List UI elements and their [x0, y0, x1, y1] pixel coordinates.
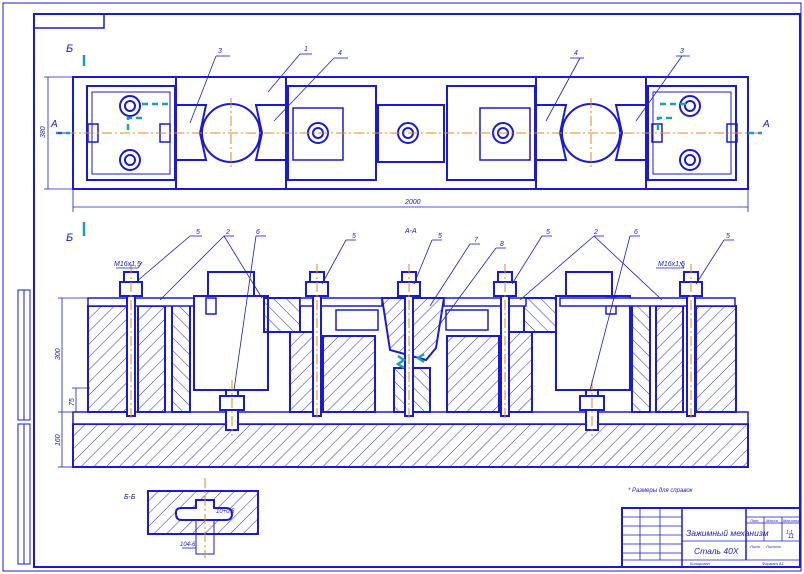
detail-b-b-label: Б-Б [124, 494, 136, 501]
title-block-mass-label: Масса [766, 518, 779, 523]
title-block-name: Зажимный механизм [686, 528, 769, 538]
title-block-format: Формат А1 [762, 561, 784, 566]
section-leader-5e: 5 [726, 233, 730, 240]
section-leader-6b: 6 [634, 229, 638, 236]
detail-view [147, 478, 259, 558]
plan-leader-3: 4 [338, 50, 342, 57]
plan-dimensions [44, 76, 749, 212]
section-markers [58, 55, 86, 236]
plan-leader-4: 4 [574, 50, 578, 57]
dimension-note: * Размеры для справок [628, 488, 694, 494]
section-leader-2a: 2 [225, 229, 230, 236]
thread-callouts [116, 261, 685, 269]
plan-leader-2: 1 [304, 46, 308, 53]
section-leader-2b: 2 [593, 229, 598, 236]
section-leader-5c: 5 [438, 233, 442, 240]
section-leader-5a: 5 [196, 229, 200, 236]
section-b-lower-label: Б [66, 232, 73, 244]
detail-dim-width: 104-6 [180, 542, 196, 548]
detail-dim-slot: 10+0,5 [216, 509, 235, 515]
section-a-right-label: А [762, 119, 770, 130]
thread-left: М16х1,5 [114, 261, 141, 268]
plan-leader-1: 3 [218, 48, 222, 55]
section-a-a-label: А-А [404, 228, 417, 235]
section-dim-height: 300 [55, 348, 62, 360]
thread-right: М16х1,5 [658, 261, 685, 268]
section-leader-5d: 5 [546, 229, 550, 236]
section-leader-5b: 5 [352, 233, 356, 240]
section-b-top-label: Б [66, 43, 73, 55]
plan-leaders [189, 53, 690, 124]
title-block-material: Сталь 40Х [694, 546, 739, 556]
section-leader-8: 8 [500, 241, 504, 248]
title-block-copied: Копировал [690, 561, 711, 566]
section-a-left-label: А [50, 119, 58, 130]
plan-dim-height: 380 [40, 126, 47, 138]
section-leader-6a: 6 [256, 229, 260, 236]
plan-dim-total: 2000 [404, 199, 421, 206]
title-block-sheet-label: Лист [749, 544, 761, 549]
title-block-rev-label: Лит. [749, 518, 759, 523]
title-block-scale-label: Масштаб [783, 518, 802, 523]
title-block-sheets-label: Листов [765, 544, 781, 549]
technical-drawing: Б Б А А 2000 380 3 1 4 4 3 А-А 300 160 7… [2, 2, 802, 572]
section-dim-lower: 75 [69, 398, 76, 406]
section-leader-7: 7 [474, 237, 479, 244]
section-dim-base: 160 [55, 434, 62, 446]
plan-leader-5: 3 [680, 48, 684, 55]
title-block-sheet-total: 11 [788, 534, 794, 540]
